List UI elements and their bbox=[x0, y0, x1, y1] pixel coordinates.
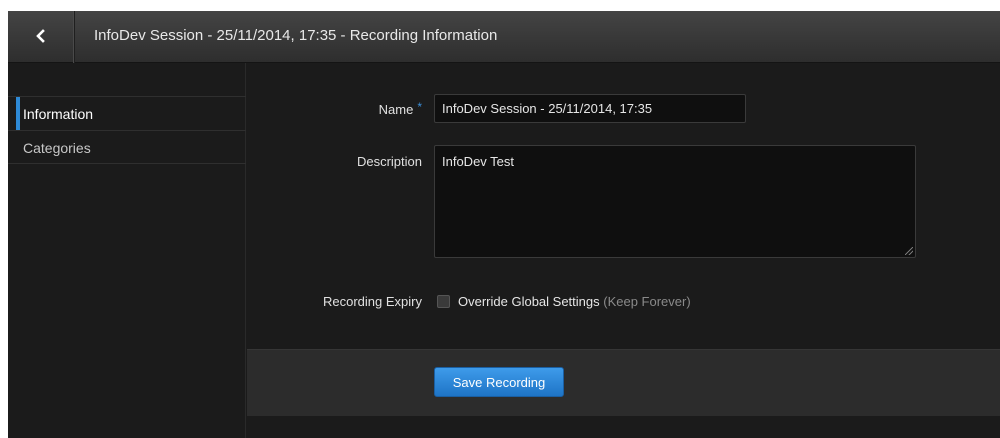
name-label-text: Name bbox=[378, 102, 414, 117]
page-title: InfoDev Session - 25/11/2014, 17:35 - Re… bbox=[94, 27, 498, 44]
recording-expiry-label: Recording Expiry bbox=[323, 294, 422, 309]
override-global-settings-checkbox[interactable] bbox=[437, 295, 450, 308]
required-marker: * bbox=[417, 100, 422, 114]
sidebar: Information Categories bbox=[8, 63, 246, 438]
resize-handle[interactable] bbox=[905, 247, 913, 255]
description-label: Description bbox=[356, 154, 422, 169]
recording-information-window: InfoDev Session - 25/11/2014, 17:35 - Re… bbox=[8, 11, 1000, 438]
override-global-settings-label[interactable]: Override Global Settings (Keep Forever) bbox=[458, 294, 691, 309]
sidebar-nav: Information Categories bbox=[8, 96, 246, 164]
keep-forever-hint: (Keep Forever) bbox=[603, 294, 691, 309]
checkbox-label-text: Override Global Settings bbox=[458, 294, 600, 309]
sidebar-item-label: Categories bbox=[23, 140, 91, 156]
action-bar: Save Recording bbox=[247, 349, 1000, 416]
sidebar-item-label: Information bbox=[23, 106, 94, 122]
sidebar-item-information[interactable]: Information bbox=[8, 96, 246, 131]
save-recording-button[interactable]: Save Recording bbox=[434, 367, 564, 397]
form-panel: Name* Description InfoDev Test Recording… bbox=[247, 63, 1000, 438]
title-bar: InfoDev Session - 25/11/2014, 17:35 - Re… bbox=[8, 11, 1000, 63]
back-button[interactable] bbox=[8, 11, 75, 63]
name-label: Name * bbox=[247, 100, 422, 117]
sidebar-item-categories[interactable]: Categories bbox=[8, 130, 246, 164]
chevron-left-icon bbox=[35, 28, 47, 46]
description-textarea[interactable]: InfoDev Test bbox=[434, 145, 916, 258]
name-input[interactable] bbox=[434, 94, 746, 123]
